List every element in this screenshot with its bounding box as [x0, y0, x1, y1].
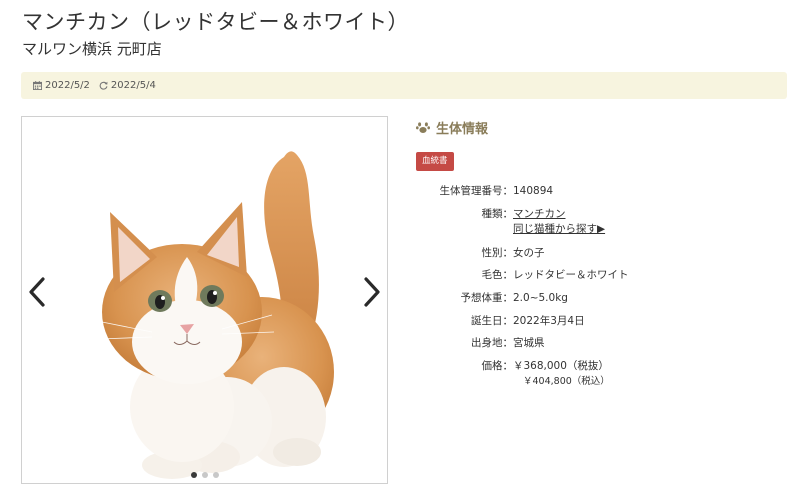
spec-label: 種類： [481, 208, 514, 220]
spec-label: 生体管理番号： [439, 185, 514, 197]
same-breed-search-link[interactable]: 同じ猫種から探す▶ [513, 223, 605, 235]
spec-value: レッドタビー＆ホワイト [513, 269, 629, 281]
shop-name: マルワン横浜 元町店 [22, 40, 162, 58]
next-slide-button[interactable] [363, 277, 381, 311]
slide-dot-3[interactable] [212, 472, 219, 478]
kitten-photo [99, 151, 334, 479]
pet-info-panel: 生体情報 血統書 生体管理番号： 140894 種類： マンチカン 同じ猫種から… [416, 116, 796, 387]
spec-label: 出身地： [471, 337, 513, 349]
info-heading: 生体情報 [416, 118, 796, 137]
spec-value: 女の子 [513, 247, 545, 259]
spec-label: 価格： [481, 360, 514, 372]
paw-icon [416, 121, 430, 134]
info-heading-text: 生体情報 [436, 122, 489, 137]
posted-date-text: 2022/5/2 [45, 80, 90, 91]
date-bar: 2022/5/2 2022/5/4 [21, 72, 787, 99]
spec-value: 2022年3月4日 [513, 315, 585, 327]
breed-value-group: マンチカン 同じ猫種から探す▶ [513, 207, 605, 237]
pedigree-badge: 血統書 [416, 152, 454, 171]
calendar-icon [33, 81, 42, 90]
spec-label: 誕生日： [471, 315, 513, 327]
chevron-right-icon [364, 277, 380, 307]
price-value-group: ￥368,000（税抜） ￥404,800（税込） [513, 359, 610, 389]
updated-date-text: 2022/5/4 [110, 80, 156, 91]
prev-slide-button[interactable] [28, 277, 46, 311]
posted-date: 2022/5/2 [33, 80, 90, 91]
spec-label: 性別： [481, 247, 514, 259]
slide-indicator [22, 472, 387, 478]
spec-label: 毛色： [481, 269, 514, 281]
chevron-left-icon [29, 277, 45, 307]
spec-label: 予想体重： [460, 292, 514, 304]
price-before-tax: ￥368,000（税抜） [513, 360, 609, 372]
refresh-icon [99, 81, 108, 90]
price-tax-included: ￥404,800（税込） [523, 376, 610, 387]
spec-value: 宮城県 [513, 337, 545, 349]
slide-dot-1[interactable] [190, 472, 197, 478]
updated-date: 2022/5/4 [99, 80, 156, 91]
page-title: マンチカン（レッドタビー＆ホワイト） [22, 10, 409, 34]
breed-link[interactable]: マンチカン [513, 208, 566, 220]
slide-dot-2[interactable] [201, 472, 208, 478]
photo-gallery[interactable] [21, 116, 388, 484]
spec-value: 2.0~5.0kg [513, 292, 568, 304]
spec-value: 140894 [513, 185, 554, 197]
